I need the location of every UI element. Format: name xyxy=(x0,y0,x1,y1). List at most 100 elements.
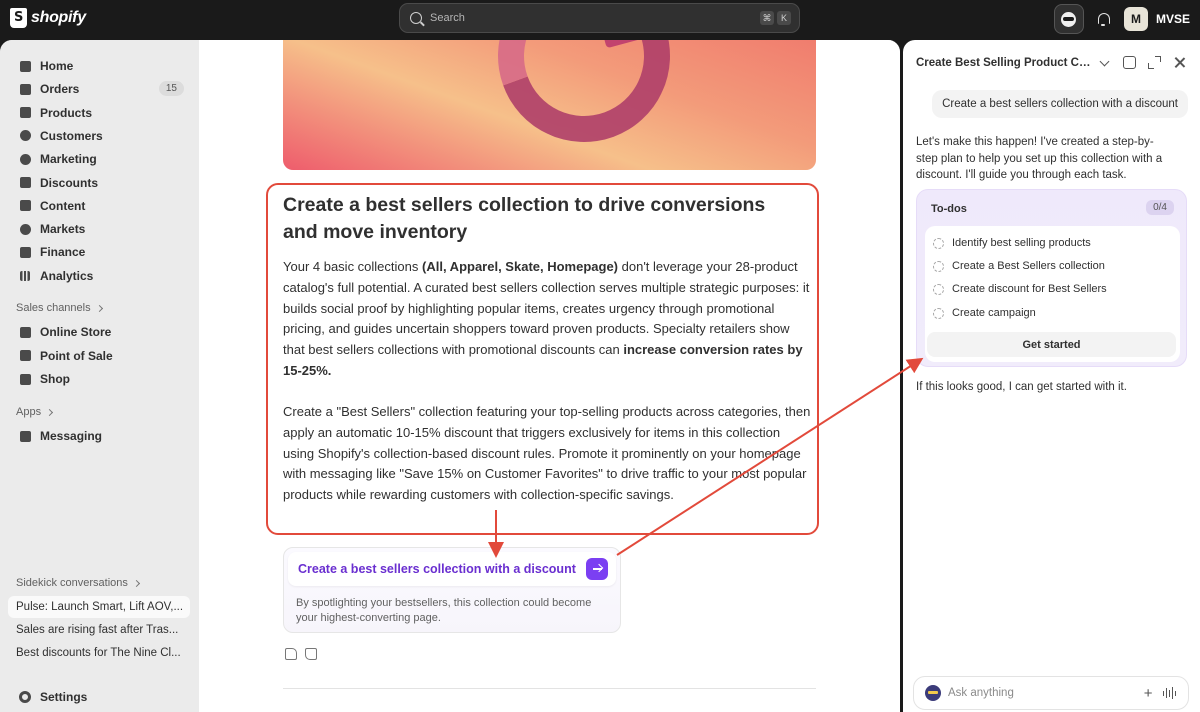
sidebar-item-online-store[interactable]: Online Store xyxy=(8,321,190,343)
recommendation-title: Create a best sellers collection to driv… xyxy=(283,194,766,243)
sidebar-item-analytics[interactable]: Analytics xyxy=(8,265,190,287)
store-avatar[interactable]: M xyxy=(1123,7,1148,31)
sidebar-item-home[interactable]: Home xyxy=(8,55,190,77)
shopify-bag-icon xyxy=(10,8,27,28)
sidebar-item-settings[interactable]: Settings xyxy=(8,686,190,708)
divider xyxy=(283,688,816,689)
sidekick-avatar-icon xyxy=(925,685,941,701)
conversation-label: Best discounts for The Nine Cl... xyxy=(16,647,181,659)
sidebar-item-label: Messaging xyxy=(40,429,103,443)
sidebar-item-label: Shop xyxy=(40,372,70,386)
sidebar-item-label: Customers xyxy=(40,128,103,143)
sales-channels-title[interactable]: Sales channels xyxy=(16,302,103,314)
shopify-logo[interactable]: shopify xyxy=(10,8,86,28)
content-icon xyxy=(18,199,32,213)
ask-placeholder: Ask anything xyxy=(948,687,1014,699)
panel-title[interactable]: Create Best Selling Product Coll... xyxy=(916,57,1096,69)
expand-icon[interactable] xyxy=(1148,56,1161,69)
target-icon xyxy=(18,152,32,166)
chevron-right-icon xyxy=(95,304,103,312)
sidebar-item-messaging[interactable]: Messaging xyxy=(8,425,190,447)
sidebar-item-label: Products xyxy=(40,105,93,120)
todo-circle-icon xyxy=(933,260,944,272)
store-icon xyxy=(18,325,32,339)
conversation-item[interactable]: Pulse: Launch Smart, Lift AOV,... xyxy=(8,596,190,618)
para-text: Your 4 basic collections xyxy=(283,259,422,274)
sidebar-item-label: Home xyxy=(40,59,74,73)
sidebar-item-markets[interactable]: Markets xyxy=(8,218,190,240)
gear-icon xyxy=(18,690,32,704)
sidebar-item-finance[interactable]: Finance xyxy=(8,241,190,263)
thumbs-up-icon[interactable] xyxy=(285,648,297,660)
sidebar-item-marketing[interactable]: Marketing xyxy=(8,148,190,170)
orders-count-badge: 15 xyxy=(158,81,184,97)
admin-frame: Home Orders 15 Products Customers Marketing Di… xyxy=(0,40,900,712)
todos-count-badge: 0/4 xyxy=(1146,200,1174,215)
sidekick-panel: Create Best Selling Product Coll... Crea… xyxy=(903,40,1200,712)
sidebar-item-discounts[interactable]: Discounts xyxy=(8,172,190,194)
conversations-label: Sidekick conversations xyxy=(16,577,128,589)
get-started-button[interactable]: Get started xyxy=(927,332,1176,357)
bank-icon xyxy=(18,245,32,259)
search-icon xyxy=(410,12,422,24)
sidebar-item-products[interactable]: Products xyxy=(8,102,190,124)
assistant-followup: If this looks good, I can get started wi… xyxy=(916,381,1127,393)
brand-name: shopify xyxy=(31,9,86,26)
assistant-message: Let's make this happen! I've created a s… xyxy=(916,136,1163,181)
chevron-down-icon[interactable] xyxy=(1098,56,1111,69)
sidekick-button[interactable] xyxy=(1053,4,1084,34)
voice-icon[interactable] xyxy=(1162,687,1176,699)
todo-item[interactable]: Create a Best Sellers collection xyxy=(933,257,1105,275)
conversation-item[interactable]: Best discounts for The Nine Cl... xyxy=(8,642,190,664)
close-icon[interactable] xyxy=(1173,56,1186,69)
orders-icon xyxy=(18,82,32,96)
sidebar-item-customers[interactable]: Customers xyxy=(8,125,190,147)
apps-title[interactable]: Apps xyxy=(16,406,54,418)
cta-button[interactable]: Create a best sellers collection with a … xyxy=(288,552,616,586)
sidebar-item-content[interactable]: Content xyxy=(8,195,190,217)
feedback-buttons xyxy=(285,648,317,660)
sidebar-item-orders[interactable]: Orders 15 xyxy=(8,78,190,100)
conversation-label: Pulse: Launch Smart, Lift AOV,... xyxy=(16,601,184,613)
todo-circle-icon xyxy=(933,283,944,295)
conversation-item[interactable]: Sales are rising fast after Tras... xyxy=(8,619,190,641)
cta-label: Create a best sellers collection with a … xyxy=(298,562,576,576)
plus-icon[interactable]: + xyxy=(1144,685,1153,702)
messaging-icon xyxy=(18,429,32,443)
todo-label: Identify best selling products xyxy=(952,237,1091,249)
ask-input[interactable]: Ask anything + xyxy=(913,676,1189,710)
sidebar-item-label: Point of Sale xyxy=(40,348,113,363)
pos-icon xyxy=(18,349,32,363)
sidekick-conversations-title[interactable]: Sidekick conversations xyxy=(16,577,140,589)
sidebar: Home Orders 15 Products Customers Marketing Di… xyxy=(0,40,199,712)
sidebar-item-label: Discounts xyxy=(40,175,99,190)
todo-circle-icon xyxy=(933,237,944,249)
sidebar-item-shop[interactable]: Shop xyxy=(8,368,190,390)
store-name[interactable]: MVSE xyxy=(1156,12,1190,26)
todo-item[interactable]: Create discount for Best Sellers xyxy=(933,280,1107,298)
conversation-label: Sales are rising fast after Tras... xyxy=(16,624,179,636)
sidebar-item-label: Analytics xyxy=(40,268,94,283)
sidebar-item-label: Markets xyxy=(40,222,86,237)
search-bar[interactable]: Search ⌘ K xyxy=(399,3,800,33)
bell-icon[interactable] xyxy=(1096,12,1110,26)
sales-channels-label: Sales channels xyxy=(16,302,91,314)
todo-list: Identify best selling products Create a … xyxy=(925,226,1180,362)
todo-circle-icon xyxy=(933,307,944,319)
todos-card: To-dos 0/4 Identify best selling product… xyxy=(916,189,1187,367)
apps-label: Apps xyxy=(16,406,42,418)
cmd-key: ⌘ xyxy=(760,11,774,25)
sidebar-item-point-of-sale[interactable]: Point of Sale xyxy=(8,345,190,367)
new-chat-icon[interactable] xyxy=(1123,56,1136,69)
arrow-right-icon[interactable] xyxy=(586,558,608,580)
globe-icon xyxy=(18,222,32,236)
hero-image xyxy=(283,40,816,170)
main-content: Create a best sellers collection to driv… xyxy=(199,40,900,712)
home-icon xyxy=(18,59,32,73)
sidebar-item-label: Finance xyxy=(40,245,86,260)
recommendation-paragraph-2: Create a "Best Sellers" collection featu… xyxy=(283,404,811,503)
todo-item[interactable]: Identify best selling products xyxy=(933,234,1091,252)
thumbs-down-icon[interactable] xyxy=(305,648,317,660)
sidebar-item-label: Orders xyxy=(40,82,80,97)
todo-item[interactable]: Create campaign xyxy=(933,304,1036,322)
